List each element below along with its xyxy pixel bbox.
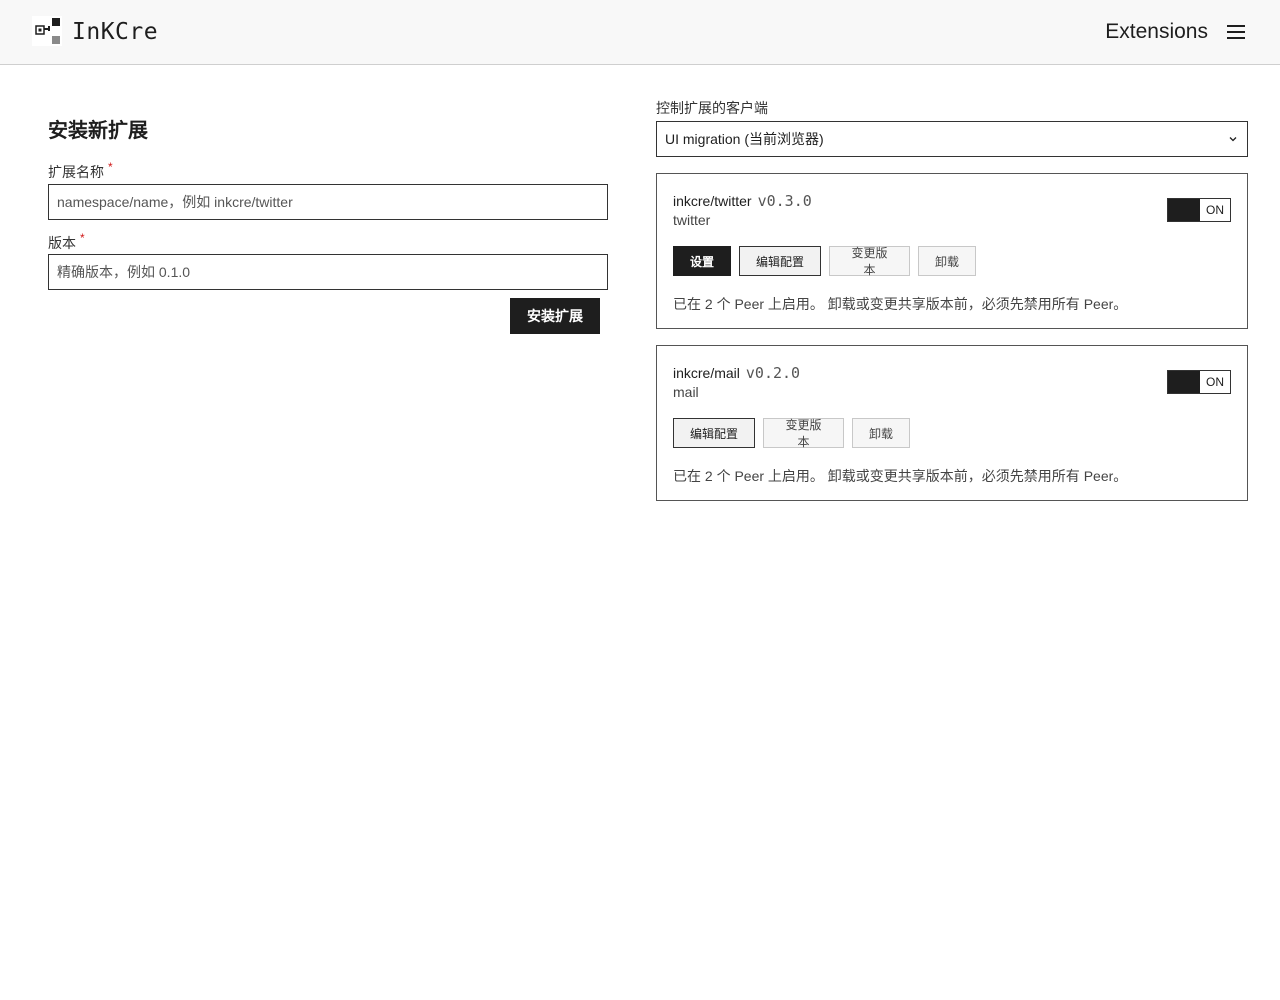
client-select[interactable]: UI migration (当前浏览器) [656,121,1248,157]
extension-toggle[interactable]: ON [1167,370,1231,394]
change-version-button[interactable]: 变更版本 [829,246,910,277]
uninstall-button[interactable]: 卸载 [918,246,976,276]
extension-version: v0.3.0 [757,192,812,210]
required-mark: * [80,231,85,245]
toggle-label: ON [1206,375,1224,389]
settings-button[interactable]: 设置 [673,246,731,276]
extension-card-mail: inkcre/mail v0.2.0 mail ON 编辑配置 变更版本 卸载 已… [656,345,1248,501]
install-section-title: 安装新扩展 [48,120,148,142]
app-header: InKCre Extensions [0,0,1280,65]
extension-name-input[interactable] [48,184,608,220]
edit-config-button[interactable]: 编辑配置 [673,418,755,448]
extension-id: twitter [673,212,711,228]
change-version-button[interactable]: 变更版本 [763,418,844,449]
extension-name-label: 扩展名称 * [48,160,113,180]
chevron-down-icon [1229,137,1237,142]
edit-config-button[interactable]: 编辑配置 [739,246,821,276]
extension-note: 已在 2 个 Peer 上启用。 卸载或变更共享版本前，必须先禁用所有 Peer… [673,296,1128,312]
toggle-knob [1168,371,1200,393]
page-title: Extensions [1105,20,1208,43]
extension-actions: 编辑配置 变更版本 卸载 [673,418,910,449]
version-label: 版本 * [48,231,85,251]
version-input[interactable] [48,254,608,290]
client-select-label: 控制扩展的客户端 [656,100,768,116]
extension-name: inkcre/twitter [673,193,752,209]
extension-name: inkcre/mail [673,365,740,381]
hamburger-menu-icon[interactable] [1224,22,1248,42]
extension-id: mail [673,384,699,400]
toggle-label: ON [1206,203,1224,217]
install-extension-button[interactable]: 安装扩展 [510,298,600,334]
extension-title: inkcre/mail v0.2.0 [673,364,800,382]
extension-version: v0.2.0 [745,364,801,382]
brand-name[interactable]: InKCre [72,16,158,48]
toggle-knob [1168,199,1200,221]
extension-note: 已在 2 个 Peer 上启用。 卸载或变更共享版本前，必须先禁用所有 Peer… [673,468,1128,484]
pixel-logo-icon [32,16,62,46]
extension-actions: 设置 编辑配置 变更版本 卸载 [673,246,976,277]
client-select-value: UI migration (当前浏览器) [665,131,824,147]
uninstall-button[interactable]: 卸载 [852,418,910,448]
extension-toggle[interactable]: ON [1167,198,1231,222]
required-mark: * [108,160,113,174]
extension-title: inkcre/twitter v0.3.0 [673,192,812,210]
extension-card-twitter: inkcre/twitter v0.3.0 twitter ON 设置 编辑配置 … [656,173,1248,329]
